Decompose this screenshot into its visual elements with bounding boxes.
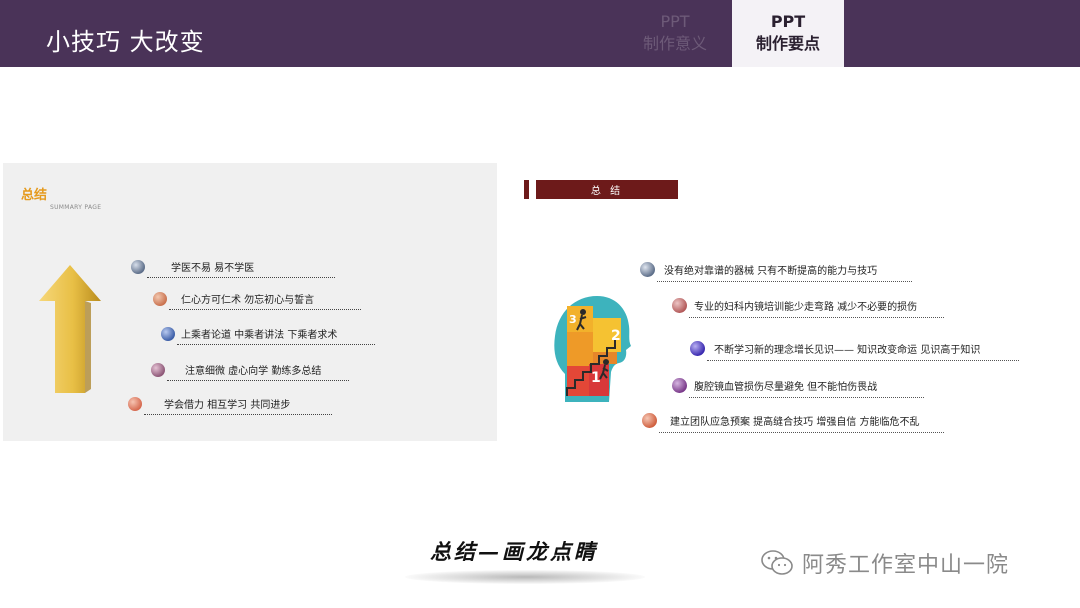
list-item-text: 学会借力 相互学习 共同进步: [164, 400, 291, 411]
bullet-icon: [642, 413, 657, 428]
bullet-icon: [131, 260, 145, 274]
summary-title-bar: 总 结: [524, 180, 678, 199]
list-item: 注意细微 虚心向学 勤练多总结: [151, 361, 351, 383]
tab-label-line1: PPT: [660, 12, 690, 31]
tab-label-line2: 制作要点: [755, 34, 820, 53]
bullet-icon: [151, 363, 165, 377]
divider: [144, 414, 332, 415]
step-3-label: 3: [569, 313, 577, 326]
bullet-icon: [640, 262, 655, 277]
bullet-icon: [161, 327, 175, 341]
list-item-text: 仁心方可仁术 勿忘初心与誓言: [181, 295, 315, 306]
list-item-text: 腹腔镜血管损伤尽量避免 但不能怕伤畏战: [694, 382, 878, 393]
divider: [659, 432, 944, 433]
list-item-text: 不断学习新的理念增长见识—— 知识改变命运 见识高于知识: [714, 345, 981, 356]
list-item-text: 专业的妇科内镜培训能少走弯路 减少不必要的损伤: [694, 302, 918, 313]
list-item-text: 没有绝对靠谱的器械 只有不断提高的能力与技巧: [664, 266, 878, 277]
divider: [169, 309, 361, 310]
left-summary-slide: 总结 SUMMARY PAGE 学医不易 易不学医 仁心方可仁术 勿忘初心与誓言: [3, 163, 497, 441]
divider: [147, 277, 335, 278]
step-1-label: 1: [591, 370, 601, 386]
list-item-text: 学医不易 易不学医: [171, 263, 255, 274]
bottom-caption: 总结—画龙点睛: [430, 539, 598, 564]
bullet-icon: [690, 341, 705, 356]
page-title: 小技巧 大改变: [46, 28, 205, 56]
watermark: 阿秀工作室中山一院: [760, 547, 1009, 579]
divider: [177, 344, 375, 345]
wechat-icon: [761, 550, 793, 575]
summary-title-text: 总 结: [590, 186, 624, 197]
list-item: 上乘者论道 中乘者讲法 下乘者求术: [161, 325, 376, 347]
list-item-text: 建立团队应急预案 提高缝合技巧 增强自信 方能临危不乱: [670, 417, 920, 428]
title-bar-edge: [524, 180, 529, 199]
list-item: 仁心方可仁术 勿忘初心与誓言: [153, 290, 363, 312]
up-arrow-icon: [39, 265, 101, 393]
watermark-text: 阿秀工作室中山一院: [802, 553, 1010, 578]
divider: [689, 397, 924, 398]
bullet-icon: [128, 397, 142, 411]
list-item-text: 注意细微 虚心向学 勤练多总结: [185, 366, 322, 377]
list-item: 腹腔镜血管损伤尽量避免 但不能怕伤畏战: [672, 377, 927, 399]
tab-label-line2: 制作意义: [642, 34, 707, 53]
step-2-label: 2: [611, 328, 621, 344]
list-item: 专业的妇科内镜培训能少走弯路 减少不必要的损伤: [672, 297, 947, 319]
list-item: 学会借力 相互学习 共同进步: [128, 395, 333, 417]
head-staircase-icon: 3 2 1: [554, 296, 631, 402]
divider: [657, 281, 912, 282]
tab-ppt-key-points[interactable]: PPT 制作要点: [732, 0, 844, 67]
bullet-icon: [672, 298, 687, 313]
bullet-icon: [672, 378, 687, 393]
list-item: 没有绝对靠谱的器械 只有不断提高的能力与技巧: [640, 261, 915, 283]
list-item: 不断学习新的理念增长见识—— 知识改变命运 见识高于知识: [690, 340, 1020, 362]
list-item: 学医不易 易不学医: [131, 258, 336, 280]
tab-label-line1: PPT: [770, 12, 806, 31]
divider: [707, 360, 1019, 361]
left-slide-title: 总结: [21, 188, 48, 203]
bullet-icon: [153, 292, 167, 306]
divider: [167, 380, 349, 381]
slide-page: 小技巧 大改变 PPT 制作意义 PPT 制作要点 总结 SUMMARY PAG…: [0, 0, 1080, 608]
caption-shadow: [405, 570, 645, 584]
header-bar: 小技巧 大改变 PPT 制作意义 PPT 制作要点: [0, 0, 1080, 67]
list-item: 建立团队应急预案 提高缝合技巧 增强自信 方能临危不乱: [642, 412, 947, 434]
divider: [689, 317, 944, 318]
list-item-text: 上乘者论道 中乘者讲法 下乘者求术: [181, 330, 338, 341]
left-slide-subtitle: SUMMARY PAGE: [50, 204, 102, 211]
tab-ppt-significance[interactable]: PPT 制作意义: [620, 0, 730, 67]
